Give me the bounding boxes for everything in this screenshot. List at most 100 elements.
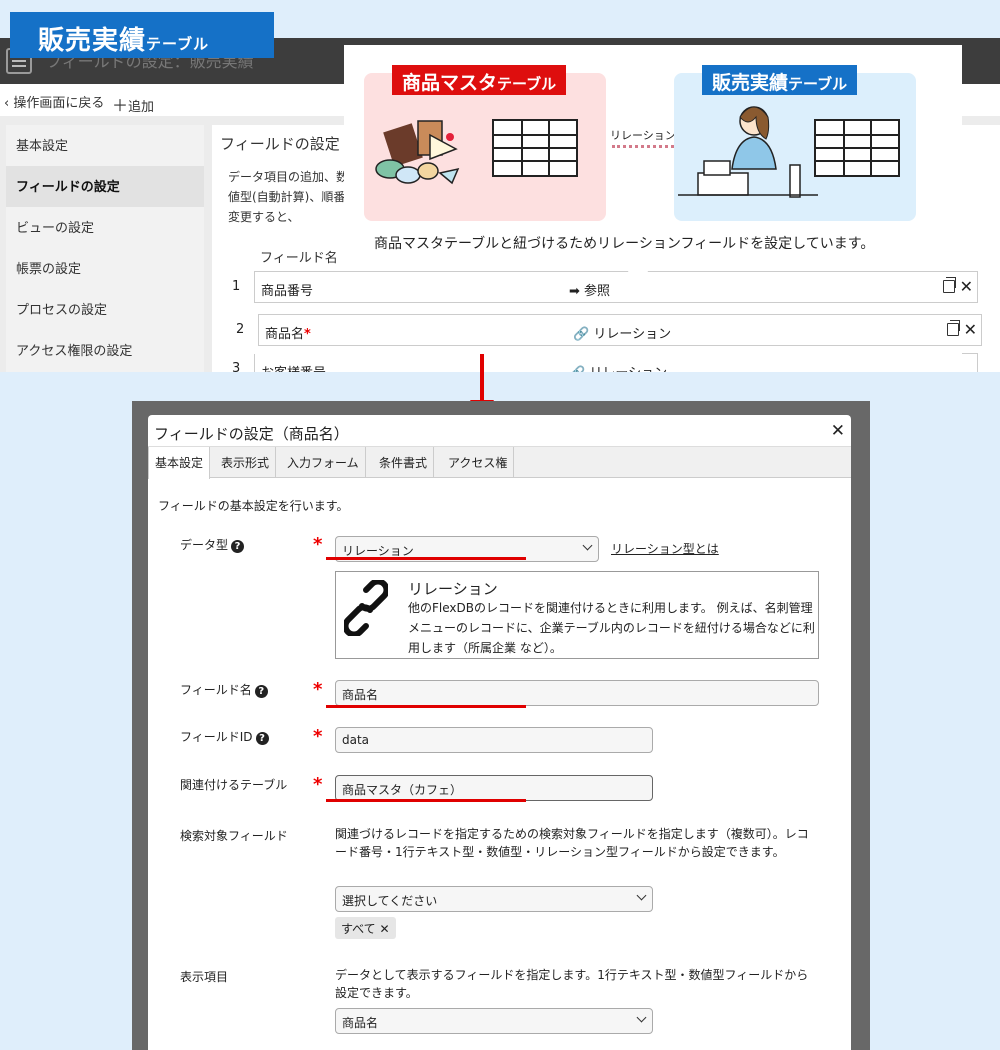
copy-icon[interactable] — [947, 320, 960, 336]
field-id-label: フィールドID? — [180, 728, 269, 745]
column-header: フィールド名 — [260, 251, 338, 266]
field-name: 商品番号 — [261, 284, 314, 299]
arrow-down-icon — [480, 354, 484, 404]
chain-link-icon — [344, 580, 388, 636]
relation-callout: 商品マスタテーブル リレーション 販売実績テーブル 商品マスタテーブルと紐づける… — [344, 45, 962, 266]
field-type: ➡ 参照 — [569, 284, 611, 299]
close-icon[interactable]: ✕ — [380, 922, 390, 936]
tab-input-form[interactable]: 入力フォーム — [281, 447, 366, 478]
close-icon[interactable]: ✕ — [960, 277, 973, 296]
tab-conditional-format[interactable]: 条件書式 — [373, 447, 435, 478]
search-field-label: 検索対象フィールド — [180, 829, 288, 843]
field-type-wrap: 🔗 リレーション — [569, 362, 667, 372]
field-name-input[interactable]: 商品名 — [335, 680, 819, 706]
field-id-input[interactable]: data — [335, 727, 653, 753]
sidebar-item-process[interactable]: プロセスの設定 — [6, 289, 204, 330]
help-icon[interactable]: ? — [254, 685, 268, 698]
field-box[interactable]: 商品名* 🔗 リレーション ✕ — [258, 314, 982, 346]
field-row[interactable]: 2 商品名* 🔗 リレーション ✕ — [226, 314, 982, 346]
tag-suffix: テーブル — [146, 35, 210, 53]
select-value: リレーション — [342, 544, 414, 558]
chevron-left-icon: ‹ — [4, 96, 10, 111]
back-label: 操作画面に戻る — [13, 96, 105, 111]
relation-connector — [612, 145, 674, 148]
field-name: 商品名 — [265, 327, 305, 342]
related-table-input[interactable]: 商品マスタ（カフェ） — [335, 775, 653, 801]
link-icon: 🔗 — [573, 327, 590, 342]
page-title: フィールドの設定 — [220, 135, 340, 153]
sweets-illustration — [375, 120, 460, 185]
dialog-description: フィールドの基本設定を行います。 — [158, 499, 349, 513]
chevron-down-icon — [582, 540, 593, 551]
back-button[interactable]: ‹ 操作画面に戻る — [4, 92, 104, 111]
tag-main: 販売実績 — [712, 72, 789, 94]
dialog-title: フィールドの設定（商品名） — [154, 425, 349, 443]
field-name-wrap: 商品名* — [265, 323, 311, 342]
tab-access[interactable]: アクセス権 — [442, 447, 515, 478]
relation-info-description: 他のFlexDBのレコードを関連付けるときに利用します。 例えば、名刺管理メニュ… — [408, 601, 815, 655]
field-type: リレーション — [593, 327, 672, 342]
row-number: 3 — [232, 361, 241, 372]
tag-main: 商品マスタ — [402, 72, 498, 94]
related-table-label: 関連付けるテーブル — [180, 778, 288, 792]
relation-type-help-link[interactable]: リレーション型とは — [611, 540, 719, 557]
sales-tag: 販売実績テーブル — [702, 65, 858, 95]
table-icon — [492, 119, 578, 177]
data-type-label: データ型? — [180, 536, 245, 553]
field-row[interactable]: 3 お客様番号 🔗 リレーション — [222, 353, 978, 372]
relation-info-box: リレーション 他のFlexDBのレコードを関連付けるときに利用します。 例えば、… — [335, 571, 819, 659]
required-mark: * — [313, 534, 323, 555]
required-mark: * — [313, 726, 323, 747]
label-text: データ型 — [180, 538, 229, 552]
selected-chip[interactable]: すべて ✕ — [335, 917, 396, 939]
tab-display-format[interactable]: 表示形式 — [215, 447, 277, 478]
required-mark: * — [313, 679, 323, 700]
select-value: 商品名 — [342, 1016, 379, 1030]
sidebar-item-forms[interactable]: 帳票の設定 — [6, 248, 204, 289]
sidebar-item-basic[interactable]: 基本設定 — [6, 125, 204, 166]
label-text: フィールド名 — [180, 683, 252, 697]
display-items-label: 表示項目 — [180, 970, 229, 984]
close-icon[interactable]: ✕ — [831, 421, 845, 441]
field-box[interactable]: 商品番号 ➡ 参照 ✕ — [254, 271, 978, 303]
add-button[interactable]: ＋追加 — [112, 92, 154, 116]
field-settings-dialog: フィールドの設定（商品名） ✕ 基本設定 表示形式 入力フォーム 条件書式 アク… — [148, 415, 851, 1050]
emphasis-underline — [326, 799, 526, 802]
required-mark: * — [313, 774, 323, 795]
field-name-label: フィールド名? — [180, 681, 268, 698]
close-icon[interactable]: ✕ — [964, 320, 977, 339]
help-icon[interactable]: ? — [255, 732, 269, 745]
tag-suffix: テーブル — [788, 75, 848, 93]
tab-bar: 基本設定 表示形式 入力フォーム 条件書式 アクセス権 — [148, 446, 851, 479]
content-description: データ項目の追加、数値型(自動計算)、順番を変更すると、 — [228, 170, 358, 224]
help-icon[interactable]: ? — [231, 540, 245, 553]
search-field-select[interactable]: 選択してください — [335, 886, 653, 912]
product-master-tag: 商品マスタテーブル — [392, 65, 567, 95]
callout-caption: 商品マスタテーブルと紐づけるためリレーションフィールドを設定しています。 — [374, 236, 875, 252]
sidebar: 基本設定 フィールドの設定 ビューの設定 帳票の設定 プロセスの設定 アクセス権… — [6, 125, 204, 372]
add-label: 追加 — [128, 100, 155, 115]
row-number: 1 — [232, 279, 241, 294]
row-number: 2 — [236, 322, 245, 337]
display-items-select[interactable]: 商品名 — [335, 1008, 653, 1034]
field-box[interactable]: お客様番号 🔗 リレーション — [254, 353, 978, 372]
cashier-illustration — [678, 106, 818, 198]
chip-label: すべて — [341, 922, 376, 936]
sales-table-title-tag: 販売実績テーブル — [10, 12, 274, 58]
copy-icon[interactable] — [943, 277, 956, 293]
field-type: リレーション — [589, 366, 667, 372]
sidebar-item-access[interactable]: アクセス権限の設定 — [6, 330, 204, 371]
sidebar-item-views[interactable]: ビューの設定 — [6, 207, 204, 248]
link-icon: 🔗 — [569, 366, 585, 372]
plus-icon: ＋ — [112, 96, 129, 115]
callout-tail — [626, 266, 650, 296]
relation-info-title: リレーション — [408, 580, 498, 598]
tab-basic[interactable]: 基本設定 — [148, 447, 211, 479]
emphasis-underline — [326, 705, 526, 708]
field-row[interactable]: 1 商品番号 ➡ 参照 ✕ — [222, 271, 978, 303]
display-items-note: データとして表示するフィールドを指定します。1行テキスト型・数値型フィールドから… — [335, 968, 809, 1000]
required-mark: * — [304, 327, 311, 342]
highlighted-row-container: 2 商品名* 🔗 リレーション ✕ — [226, 306, 982, 354]
chevron-down-icon — [636, 890, 647, 901]
sidebar-item-fields[interactable]: フィールドの設定 — [6, 166, 204, 207]
